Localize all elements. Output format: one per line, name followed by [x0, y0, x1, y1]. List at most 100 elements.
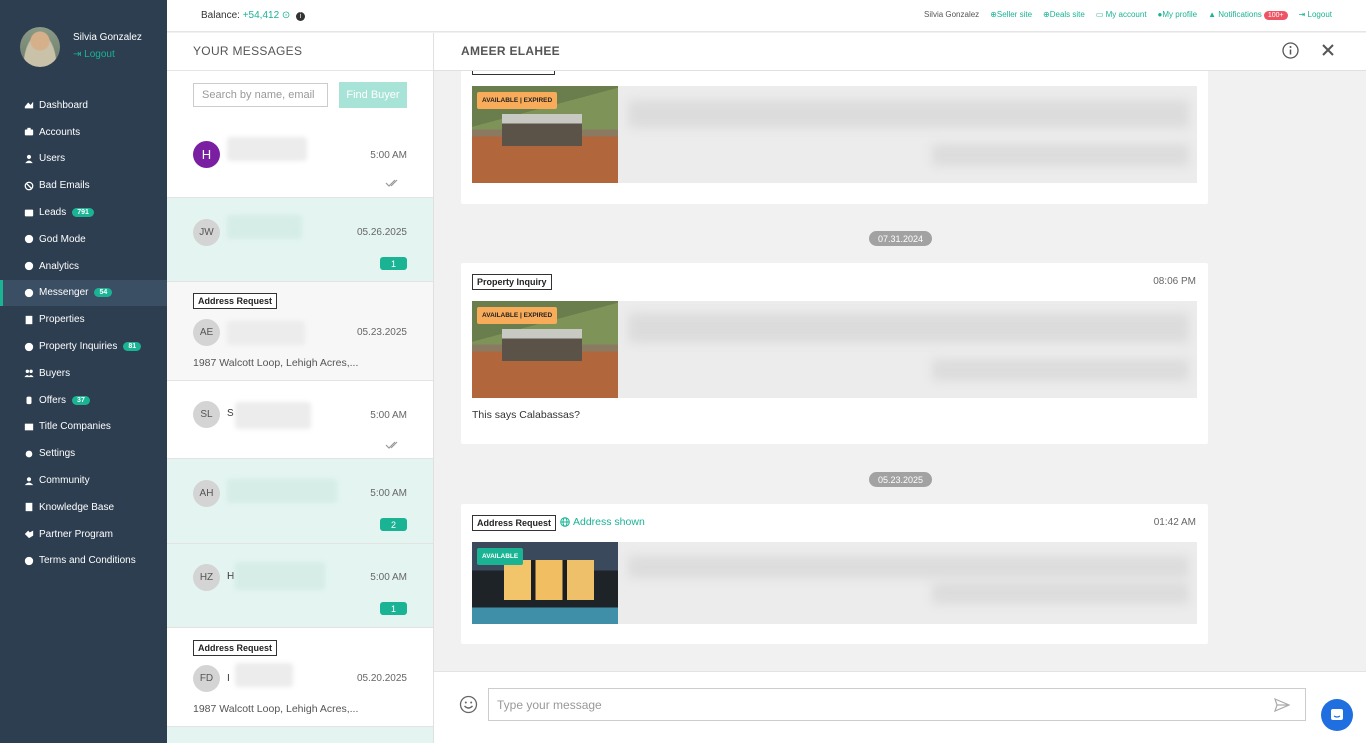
- message-input[interactable]: [488, 688, 1306, 721]
- message-card: Property Inquiry 08:06 PM AVAILABLE | EX…: [461, 263, 1208, 444]
- sidebar-item-label: Users: [39, 153, 66, 165]
- property-card[interactable]: AVAILABLE: [472, 542, 1197, 624]
- conversation-item[interactable]: Address Request FD I 05.20.2025 1987 Wal…: [167, 628, 433, 727]
- conversation-list: H 5:00 AM JW 05.26.2025 1 Address Reques…: [167, 120, 433, 743]
- conversation-item[interactable]: [167, 727, 433, 743]
- user-icon: [23, 153, 34, 164]
- sidebar-item-label: Title Companies: [39, 421, 111, 433]
- conversation-time: 5:00 AM: [370, 488, 407, 499]
- message-time: 08:06 PM: [1153, 276, 1196, 287]
- sidebar-item-property-inquiries[interactable]: Property Inquiries 81: [0, 333, 167, 360]
- sidebar-item-label: Messenger: [39, 287, 89, 299]
- blurred-name: [227, 321, 305, 345]
- seller-site-link[interactable]: ⊕Seller site: [990, 10, 1032, 19]
- ban-icon: [23, 180, 34, 191]
- message-card: Address Request Address shown 01:42 AM A…: [461, 504, 1208, 644]
- sidebar-item-badge: 81: [123, 342, 142, 352]
- globe-icon: ⊕: [990, 10, 997, 19]
- logout-link[interactable]: ⇥ Logout: [73, 49, 115, 60]
- hand-icon: [23, 395, 34, 406]
- sidebar-item-partner-program[interactable]: Partner Program: [0, 521, 167, 548]
- sidebar-item-offers[interactable]: Offers 37: [0, 387, 167, 414]
- blurred-property-details: [628, 556, 1189, 578]
- top-bar: Balance: +54,412 ⊙ i Silvia Gonzalez ⊕Se…: [167, 0, 1366, 32]
- profile-block: Silvia Gonzalez ⇥ Logout: [20, 27, 160, 67]
- chat-panel: AVAILABLE | EXPIRED 07.31.2024 Property …: [434, 33, 1366, 743]
- info-icon[interactable]: i: [296, 12, 306, 21]
- property-status-label: AVAILABLE | EXPIRED: [477, 307, 558, 324]
- blurred-property-price: [932, 582, 1189, 604]
- my-account-link[interactable]: ▭ My account: [1096, 10, 1147, 19]
- conversation-time: 05.20.2025: [356, 673, 407, 684]
- property-card[interactable]: AVAILABLE | EXPIRED: [472, 86, 1197, 183]
- blurred-property-price: [932, 144, 1189, 166]
- support-chat-button[interactable]: [1321, 699, 1353, 731]
- building-icon: [23, 314, 34, 325]
- sidebar-item-label: Offers: [39, 394, 67, 406]
- globe-icon: ⊕: [1043, 10, 1050, 19]
- logout-icon: ⇥: [73, 49, 82, 60]
- sidebar-item-label: Buyers: [39, 367, 71, 379]
- sidebar-item-users[interactable]: Users: [0, 146, 167, 173]
- property-card[interactable]: AVAILABLE | EXPIRED: [472, 301, 1197, 398]
- sidebar-item-title-companies[interactable]: Title Companies: [0, 414, 167, 441]
- top-links: Silvia Gonzalez ⊕Seller site ⊕Deals site…: [924, 10, 1332, 20]
- conversation-time: 05.26.2025: [356, 227, 407, 238]
- conversation-item[interactable]: JW 05.26.2025 1: [167, 198, 433, 282]
- globe-icon: [23, 261, 34, 272]
- message-text: This says Calabassas?: [472, 409, 580, 421]
- emoji-icon[interactable]: [459, 695, 478, 714]
- message-composer: [434, 671, 1366, 743]
- avatar: HZ: [193, 564, 220, 591]
- notifications-badge: 100+: [1263, 11, 1288, 20]
- conversation-item[interactable]: H 5:00 AM: [167, 120, 433, 198]
- sidebar: Silvia Gonzalez ⇥ Logout Dashboard Accoun…: [0, 0, 167, 743]
- community-icon: [23, 475, 34, 486]
- sidebar-item-settings[interactable]: Settings: [0, 440, 167, 467]
- notifications-link[interactable]: ▲ Notifications 100+: [1208, 10, 1288, 20]
- send-icon[interactable]: [1274, 697, 1290, 713]
- unread-badge: 2: [380, 518, 407, 531]
- buyer-search-input[interactable]: [193, 83, 328, 107]
- conversation-item[interactable]: AH 5:00 AM 2: [167, 459, 433, 544]
- double-check-icon: [385, 439, 401, 449]
- blurred-name: [227, 137, 307, 161]
- book-icon: [23, 502, 34, 513]
- find-buyer-button[interactable]: Find Buyer: [339, 82, 407, 108]
- my-profile-link[interactable]: ●My profile: [1158, 10, 1198, 19]
- sidebar-item-god-mode[interactable]: God Mode: [0, 226, 167, 253]
- conversation-item[interactable]: Address Request AE 05.23.2025 1987 Walco…: [167, 282, 433, 381]
- conversation-item[interactable]: SL S 5:00 AM: [167, 381, 433, 459]
- card-icon: ▭: [1095, 10, 1104, 19]
- date-separator: 07.31.2024: [869, 231, 932, 246]
- top-logout-link[interactable]: ⇥ Logout: [1299, 10, 1332, 19]
- avatar: JW: [193, 219, 220, 246]
- avatar: AH: [193, 480, 220, 507]
- sidebar-item-dashboard[interactable]: Dashboard: [0, 92, 167, 119]
- avatar[interactable]: [20, 27, 60, 67]
- deals-site-link[interactable]: ⊕Deals site: [1043, 10, 1085, 19]
- sidebar-item-leads[interactable]: Leads 791: [0, 199, 167, 226]
- dashboard-icon: [23, 100, 34, 111]
- sidebar-item-knowledge-base[interactable]: Knowledge Base: [0, 494, 167, 521]
- top-user-name: Silvia Gonzalez: [924, 10, 980, 19]
- sidebar-item-label: Analytics: [39, 260, 80, 272]
- message-time: 01:42 AM: [1153, 517, 1196, 528]
- sidebar-item-analytics[interactable]: Analytics: [0, 253, 167, 280]
- close-icon[interactable]: [1320, 42, 1336, 58]
- sidebar-item-messenger[interactable]: Messenger 54: [0, 279, 167, 307]
- date-separator: 05.23.2025: [869, 472, 932, 487]
- info-icon[interactable]: [1282, 42, 1299, 59]
- address-request-tag: Address Request: [193, 640, 278, 656]
- sidebar-item-properties[interactable]: Properties: [0, 306, 167, 333]
- question-icon: [23, 341, 34, 352]
- sidebar-item-terms-and-conditions[interactable]: Terms and Conditions: [0, 548, 167, 575]
- conversation-item[interactable]: HZ H 5:00 AM 1: [167, 544, 433, 628]
- sidebar-item-badge: 791: [72, 208, 94, 218]
- sidebar-item-bad-emails[interactable]: Bad Emails: [0, 172, 167, 199]
- sidebar-item-buyers[interactable]: Buyers: [0, 360, 167, 387]
- sidebar-item-accounts[interactable]: Accounts: [0, 119, 167, 146]
- property-inquiry-tag: Property Inquiry: [472, 274, 552, 290]
- property-status-label: AVAILABLE: [477, 548, 524, 565]
- sidebar-item-community[interactable]: Community: [0, 467, 167, 494]
